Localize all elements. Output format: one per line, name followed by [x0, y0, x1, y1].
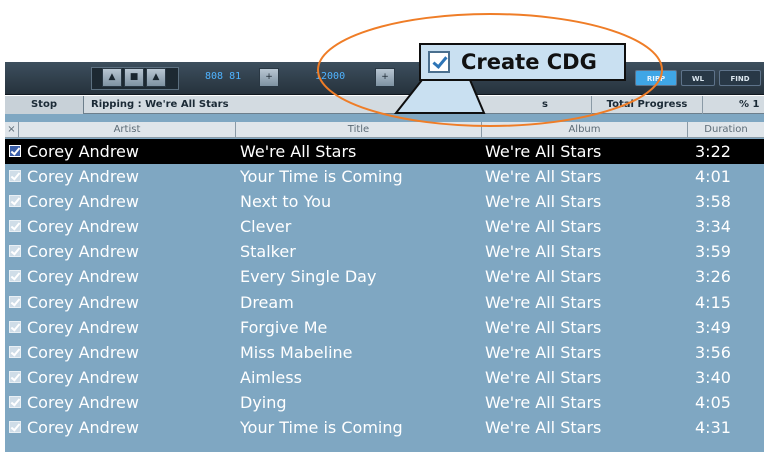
- artist-cell: Corey Andrew: [27, 392, 139, 412]
- album-cell: We're All Stars: [485, 142, 602, 161]
- title-cell: Next to You: [240, 192, 332, 212]
- track-checkbox[interactable]: [9, 245, 21, 258]
- track-row[interactable]: Corey Andrew Next to You We're All Stars 3:…: [5, 189, 764, 214]
- artist-cell: Corey Andrew: [27, 418, 139, 438]
- track-checkbox[interactable]: [9, 345, 21, 358]
- transport-button[interactable]: ▲: [146, 68, 166, 87]
- title-cell: Every Single Day: [240, 267, 377, 287]
- track-checkbox[interactable]: [9, 170, 21, 183]
- track-row[interactable]: Corey Andrew Forgive Me We're All Stars 3:4…: [5, 315, 764, 340]
- find-button[interactable]: FIND: [719, 70, 761, 86]
- duration-cell: 4:01: [695, 167, 731, 187]
- transport-button[interactable]: ■: [124, 68, 144, 87]
- track-checkbox[interactable]: [9, 370, 21, 383]
- title-cell: Dream: [240, 292, 294, 312]
- artist-cell: Corey Andrew: [27, 142, 139, 161]
- title-cell: Forgive Me: [240, 317, 328, 337]
- title-cell: Dying: [240, 392, 287, 412]
- title-cell: We're All Stars: [240, 142, 357, 161]
- track-row[interactable]: Corey Andrew We're All Stars We're All Sta…: [5, 139, 764, 165]
- duration-cell: 3:59: [695, 242, 731, 262]
- toolbar: ▲ ■ ▲ 808 81 + 12000 + RIPP WL FIND: [5, 62, 764, 95]
- title-cell: Clever: [240, 217, 292, 237]
- track-list: Corey Andrew We're All Stars We're All Sta…: [5, 139, 764, 440]
- track-row[interactable]: Corey Andrew Dying We're All Stars 4:05: [5, 390, 764, 415]
- album-cell: We're All Stars: [485, 418, 602, 438]
- album-cell: We're All Stars: [485, 217, 602, 237]
- duration-cell: 4:05: [695, 392, 731, 412]
- artist-cell: Corey Andrew: [27, 342, 139, 362]
- track-row[interactable]: Corey Andrew Clever We're All Stars 3:34: [5, 214, 764, 239]
- percent-label: % 1: [739, 99, 760, 110]
- track-row[interactable]: Corey Andrew Your Time is Coming We're All…: [5, 164, 764, 189]
- title-cell: Your Time is Coming: [240, 167, 403, 187]
- title-cell: Aimless: [240, 367, 302, 387]
- artist-cell: Corey Andrew: [27, 167, 139, 187]
- title-column-header[interactable]: Title: [236, 122, 482, 137]
- album-cell: We're All Stars: [485, 267, 602, 287]
- album-cell: We're All Stars: [485, 392, 602, 412]
- rip-button[interactable]: RIPP: [635, 70, 677, 86]
- ripping-status: Ripping : We're All Stars: [91, 99, 229, 110]
- track-checkbox[interactable]: [9, 295, 21, 308]
- track-row[interactable]: Corey Andrew Stalker We're All Stars 3:59: [5, 239, 764, 264]
- artist-cell: Corey Andrew: [27, 242, 139, 262]
- duration-cell: 3:26: [695, 267, 731, 287]
- track-checkbox[interactable]: [9, 421, 21, 434]
- album-cell: We're All Stars: [485, 192, 602, 212]
- artist-cell: Corey Andrew: [27, 367, 139, 387]
- duration-cell: 3:56: [695, 342, 731, 362]
- duration-cell: 3:22: [695, 142, 731, 161]
- increment-button[interactable]: +: [259, 68, 279, 87]
- artist-cell: Corey Andrew: [27, 292, 139, 312]
- track-checkbox[interactable]: [9, 145, 21, 157]
- track-checkbox[interactable]: [9, 270, 21, 283]
- lcd-display-right: 12000: [315, 71, 346, 82]
- track-row[interactable]: Corey Andrew Dream We're All Stars 4:15: [5, 290, 764, 315]
- track-row[interactable]: Corey Andrew Miss Mabeline We're All Stars…: [5, 340, 764, 365]
- lcd-display-left: 808 81: [205, 71, 242, 82]
- duration-cell: 3:34: [695, 217, 731, 237]
- title-cell: Your Time is Coming: [240, 418, 403, 438]
- close-column-button[interactable]: ×: [5, 122, 19, 137]
- column-header: × Artist Title Album Duration: [5, 122, 764, 138]
- track-checkbox[interactable]: [9, 220, 21, 233]
- artist-cell: Corey Andrew: [27, 217, 139, 237]
- album-cell: We're All Stars: [485, 292, 602, 312]
- track-checkbox[interactable]: [9, 320, 21, 333]
- total-progress-label: Total Progress: [591, 96, 703, 114]
- track-fragment: s: [542, 99, 548, 110]
- title-cell: Stalker: [240, 242, 296, 262]
- artist-cell: Corey Andrew: [27, 192, 139, 212]
- album-cell: We're All Stars: [485, 242, 602, 262]
- duration-column-header[interactable]: Duration: [688, 122, 764, 137]
- track-row[interactable]: Corey Andrew Every Single Day We're All St…: [5, 264, 764, 289]
- track-checkbox[interactable]: [9, 395, 21, 408]
- stop-button[interactable]: Stop: [5, 96, 84, 114]
- album-cell: We're All Stars: [485, 367, 602, 387]
- album-cell: We're All Stars: [485, 317, 602, 337]
- track-row[interactable]: Corey Andrew Aimless We're All Stars 3:40: [5, 365, 764, 390]
- wl-button[interactable]: WL: [681, 70, 715, 86]
- album-cell: We're All Stars: [485, 342, 602, 362]
- artist-cell: Corey Andrew: [27, 267, 139, 287]
- adjust-button[interactable]: +: [375, 68, 395, 87]
- duration-cell: 3:58: [695, 192, 731, 212]
- title-cell: Miss Mabeline: [240, 342, 353, 362]
- duration-cell: 4:15: [695, 292, 731, 312]
- artist-column-header[interactable]: Artist: [19, 122, 236, 137]
- duration-cell: 3:49: [695, 317, 731, 337]
- track-checkbox[interactable]: [9, 195, 21, 208]
- album-column-header[interactable]: Album: [482, 122, 688, 137]
- duration-cell: 3:40: [695, 367, 731, 387]
- status-bar: Stop Ripping : We're All Stars s Total P…: [5, 95, 764, 114]
- track-row[interactable]: Corey Andrew Your Time is Coming We're All…: [5, 415, 764, 440]
- transport-button[interactable]: ▲: [102, 68, 122, 87]
- artist-cell: Corey Andrew: [27, 317, 139, 337]
- duration-cell: 4:31: [695, 418, 731, 438]
- album-cell: We're All Stars: [485, 167, 602, 187]
